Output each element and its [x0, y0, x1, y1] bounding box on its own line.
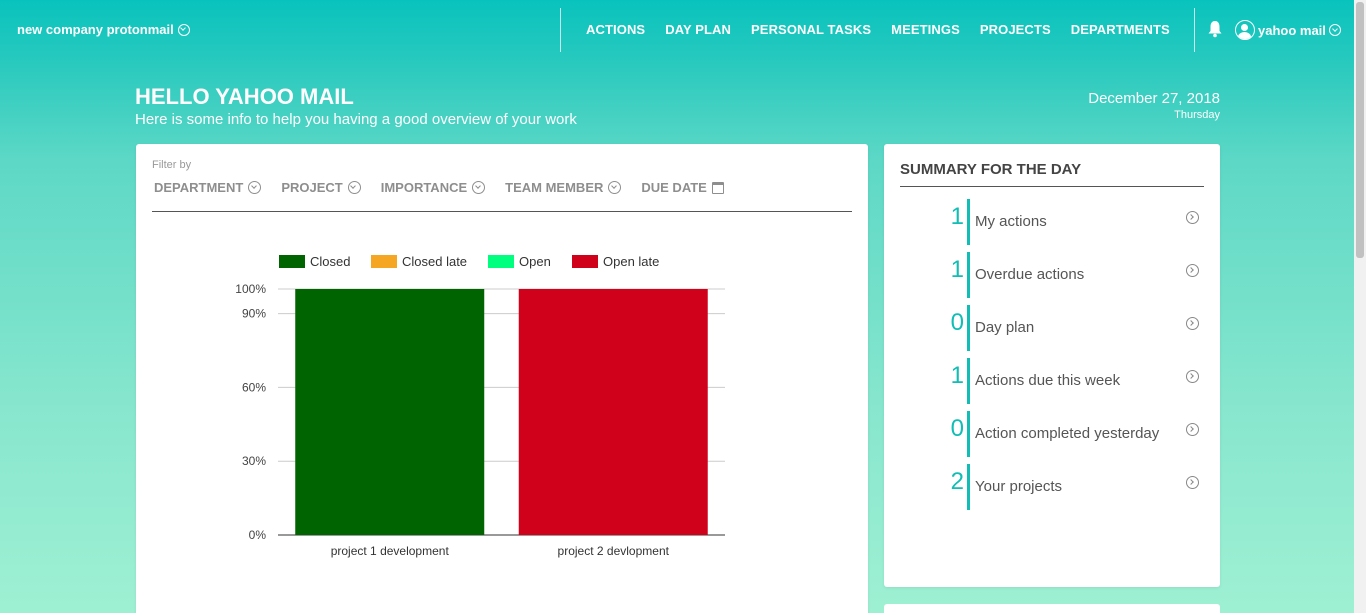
chevron-right-icon: [1186, 211, 1199, 224]
calendar-icon: [711, 181, 724, 194]
filter-department-label: DEPARTMENT: [154, 180, 244, 195]
summary-row-completed-yesterday[interactable]: 0 Action completed yesterday: [884, 411, 1220, 457]
filter-team-member-label: TEAM MEMBER: [505, 180, 604, 195]
y-tick-label: 0%: [249, 528, 267, 542]
x-tick-label: project 1 development: [331, 544, 450, 558]
summary-label: Overdue actions: [975, 266, 1085, 283]
filter-department[interactable]: DEPARTMENT: [154, 180, 262, 195]
chevron-down-icon: [472, 181, 486, 194]
filter-bar: DEPARTMENT PROJECT IMPORTANCE TEAM MEMBE…: [154, 180, 744, 195]
user-menu[interactable]: yahoo mail: [1235, 20, 1341, 40]
summary-accent-bar: [967, 411, 970, 457]
secondary-card: [884, 604, 1220, 613]
nav-divider: [1194, 8, 1195, 52]
summary-accent-bar: [967, 252, 970, 298]
nav-day-plan[interactable]: DAY PLAN: [655, 22, 741, 37]
summary-label: Action completed yesterday: [975, 425, 1160, 442]
summary-count: 0: [950, 309, 964, 336]
filter-team-member[interactable]: TEAM MEMBER: [505, 180, 622, 195]
bar: [518, 289, 708, 535]
summary-accent-bar: [967, 305, 970, 351]
summary-row-due-this-week[interactable]: 1 Actions due this week: [884, 358, 1220, 404]
summary-accent-bar: [967, 464, 970, 510]
chevron-down-icon: [248, 181, 262, 194]
user-name: yahoo mail: [1258, 22, 1326, 38]
chevron-right-icon: [1186, 370, 1199, 383]
chevron-down-icon: [1328, 24, 1341, 36]
legend-label: Open: [519, 254, 551, 269]
summary-row-my-actions[interactable]: 1 My actions: [884, 199, 1220, 245]
summary-row-overdue-actions[interactable]: 1 Overdue actions: [884, 252, 1220, 298]
legend-swatch: [371, 255, 397, 268]
legend-label: Open late: [603, 254, 659, 269]
filter-due-date[interactable]: DUE DATE: [641, 180, 724, 195]
summary-count: 0: [950, 415, 964, 442]
y-tick-label: 100%: [235, 282, 266, 296]
nav-actions[interactable]: ACTIONS: [576, 22, 655, 37]
summary-row-day-plan[interactable]: 0 Day plan: [884, 305, 1220, 351]
chevron-right-icon: [1186, 317, 1199, 330]
legend-label: Closed: [310, 254, 350, 269]
chevron-down-icon: [608, 181, 622, 194]
company-switcher[interactable]: new company protonmail: [17, 22, 190, 37]
filter-project[interactable]: PROJECT: [281, 180, 361, 195]
y-tick-label: 90%: [242, 307, 266, 321]
legend-swatch: [572, 255, 598, 268]
filter-due-date-label: DUE DATE: [641, 180, 707, 195]
filter-importance[interactable]: IMPORTANCE: [380, 180, 486, 195]
summary-count: 2: [950, 468, 964, 495]
status-bar-chart: 0% 30% 60% 90% 100% Closed Closed late Open Open…: [235, 254, 725, 558]
nav-departments[interactable]: DEPARTMENTS: [1061, 22, 1180, 37]
top-navbar: new company protonmail ACTIONS DAY PLAN …: [0, 0, 1354, 60]
y-tick-label: 30%: [242, 454, 266, 468]
page-title: HELLO YAHOO MAIL: [135, 84, 354, 109]
scrollbar-thumb[interactable]: [1356, 2, 1364, 258]
main-nav: ACTIONS DAY PLAN PERSONAL TASKS MEETINGS…: [576, 22, 1180, 37]
summary-count: 1: [950, 362, 964, 389]
summary-card: SUMMARY FOR THE DAY 1 My actions 1 Overd…: [884, 144, 1220, 587]
summary-label: Actions due this week: [975, 372, 1121, 389]
chevron-right-icon: [1186, 476, 1199, 489]
nav-meetings[interactable]: MEETINGS: [881, 22, 970, 37]
summary-row-your-projects[interactable]: 2 Your projects: [884, 464, 1220, 510]
avatar-icon: [1235, 20, 1255, 40]
chevron-down-icon: [347, 181, 361, 194]
summary-label: My actions: [975, 213, 1047, 230]
page-scrollbar[interactable]: [1354, 0, 1366, 613]
filter-importance-label: IMPORTANCE: [380, 180, 468, 195]
legend-swatch: [279, 255, 305, 268]
nav-divider: [560, 8, 561, 52]
nav-personal-tasks[interactable]: PERSONAL TASKS: [741, 22, 881, 37]
nav-projects[interactable]: PROJECTS: [970, 22, 1061, 37]
current-day: Thursday: [1174, 109, 1220, 121]
summary-label: Your projects: [975, 478, 1062, 495]
chevron-right-icon: [1186, 423, 1199, 436]
summary-divider: [900, 186, 1204, 187]
page-subtitle: Here is some info to help you having a g…: [135, 111, 577, 128]
company-name: new company protonmail: [17, 22, 174, 37]
y-tick-label: 60%: [242, 380, 266, 394]
summary-accent-bar: [967, 199, 970, 245]
chevron-down-icon: [177, 23, 190, 36]
x-tick-label: project 2 devlopment: [558, 544, 670, 558]
chevron-right-icon: [1186, 264, 1199, 277]
legend-swatch: [488, 255, 514, 268]
chart-card: Filter by DEPARTMENT PROJECT IMPORTANCE …: [136, 144, 868, 613]
current-date: December 27, 2018: [1088, 90, 1220, 107]
bar: [295, 289, 485, 535]
legend-label: Closed late: [402, 254, 467, 269]
filter-divider: [152, 211, 852, 212]
summary-title: SUMMARY FOR THE DAY: [900, 161, 1082, 178]
bell-icon[interactable]: [1207, 20, 1223, 38]
filter-label: Filter by: [152, 159, 192, 171]
summary-count: 1: [950, 256, 964, 283]
summary-count: 1: [950, 203, 964, 230]
filter-project-label: PROJECT: [281, 180, 343, 195]
summary-label: Day plan: [975, 319, 1035, 336]
summary-accent-bar: [967, 358, 970, 404]
